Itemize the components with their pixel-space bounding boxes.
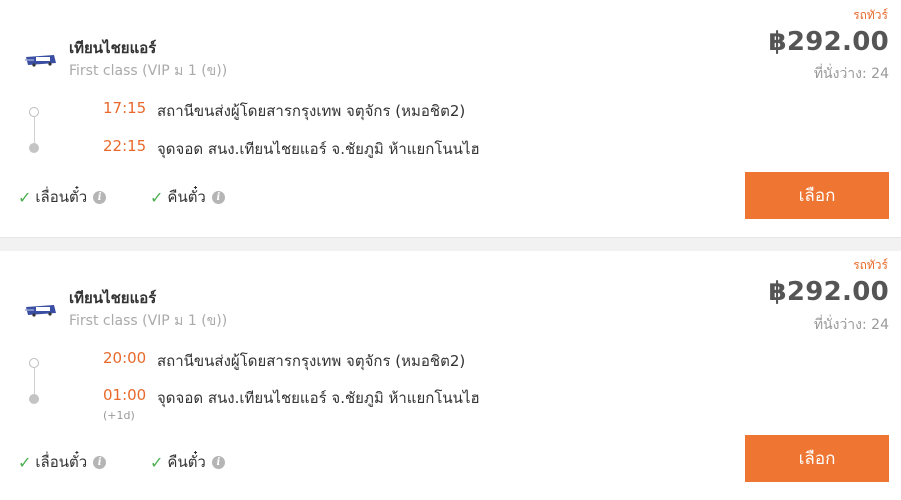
select-button[interactable]: เลือก [745,435,889,482]
info-icon[interactable]: i [93,455,107,469]
timeline-line [33,117,35,143]
next-day-indicator: (+1d) [103,409,135,422]
info-icon[interactable]: i [211,190,225,204]
info-icon[interactable]: i [93,190,107,204]
timeline-line [33,368,35,394]
select-button[interactable]: เลือก [745,172,889,219]
arrival-place: จุดจอด สนง.เทียนไชยแอร์ จ.ชัยภูมิ ห้าแยก… [157,140,480,158]
feature-refund[interactable]: ✓ คืนตั๋ว i [150,450,225,474]
operator-name: เทียนไชยแอร์ [69,39,157,57]
info-icon[interactable]: i [211,455,225,469]
feature-label: เลื่อนตั๋ว [35,453,88,471]
feature-refund[interactable]: ✓ คืนตั๋ว i [150,185,225,209]
card-separator [0,238,901,251]
arrival-place: จุดจอด สนง.เทียนไชยแอร์ จ.ชัยภูมิ ห้าแยก… [157,389,480,407]
feature-label: คืนตั๋ว [167,188,206,206]
bus-operator-logo [25,305,56,317]
trip-card: เทียนไชยแอร์ First class (VIP ม 1 (ข)) ร… [0,251,901,500]
feature-label: คืนตั๋ว [167,453,206,471]
timeline-start-dot [29,358,39,368]
price: ฿292.00 [768,27,889,57]
vehicle-type-badge: รถทัวร์ [853,258,888,272]
timeline-end-dot [29,143,39,153]
seats-available: ที่นั่งว่าง: 24 [813,317,889,333]
feature-reschedule[interactable]: ✓ เลื่อนตั๋ว i [18,185,107,209]
departure-time: 17:15 [103,99,147,117]
departure-place: สถานีขนส่งผู้โดยสารกรุงเทพ จตุจักร (หมอช… [157,352,466,370]
check-icon: ✓ [150,187,164,207]
operator-name: เทียนไชยแอร์ [69,289,157,307]
arrival-time: 01:00 [103,386,147,404]
bus-operator-logo [25,55,56,67]
timeline-end-dot [29,394,39,404]
departure-time: 20:00 [103,349,147,367]
seat-class: First class (VIP ม 1 (ข)) [69,63,228,79]
feature-label: เลื่อนตั๋ว [35,188,88,206]
seat-class: First class (VIP ม 1 (ข)) [69,313,228,329]
seats-available: ที่นั่งว่าง: 24 [813,66,889,82]
check-icon: ✓ [18,452,32,472]
price: ฿292.00 [768,277,889,307]
check-icon: ✓ [150,452,164,472]
departure-place: สถานีขนส่งผู้โดยสารกรุงเทพ จตุจักร (หมอช… [157,102,466,120]
trip-card: เทียนไชยแอร์ First class (VIP ม 1 (ข)) ร… [0,0,901,238]
feature-reschedule[interactable]: ✓ เลื่อนตั๋ว i [18,450,107,474]
arrival-time: 22:15 [103,137,147,155]
check-icon: ✓ [18,187,32,207]
vehicle-type-badge: รถทัวร์ [853,8,888,22]
timeline-start-dot [29,107,39,117]
